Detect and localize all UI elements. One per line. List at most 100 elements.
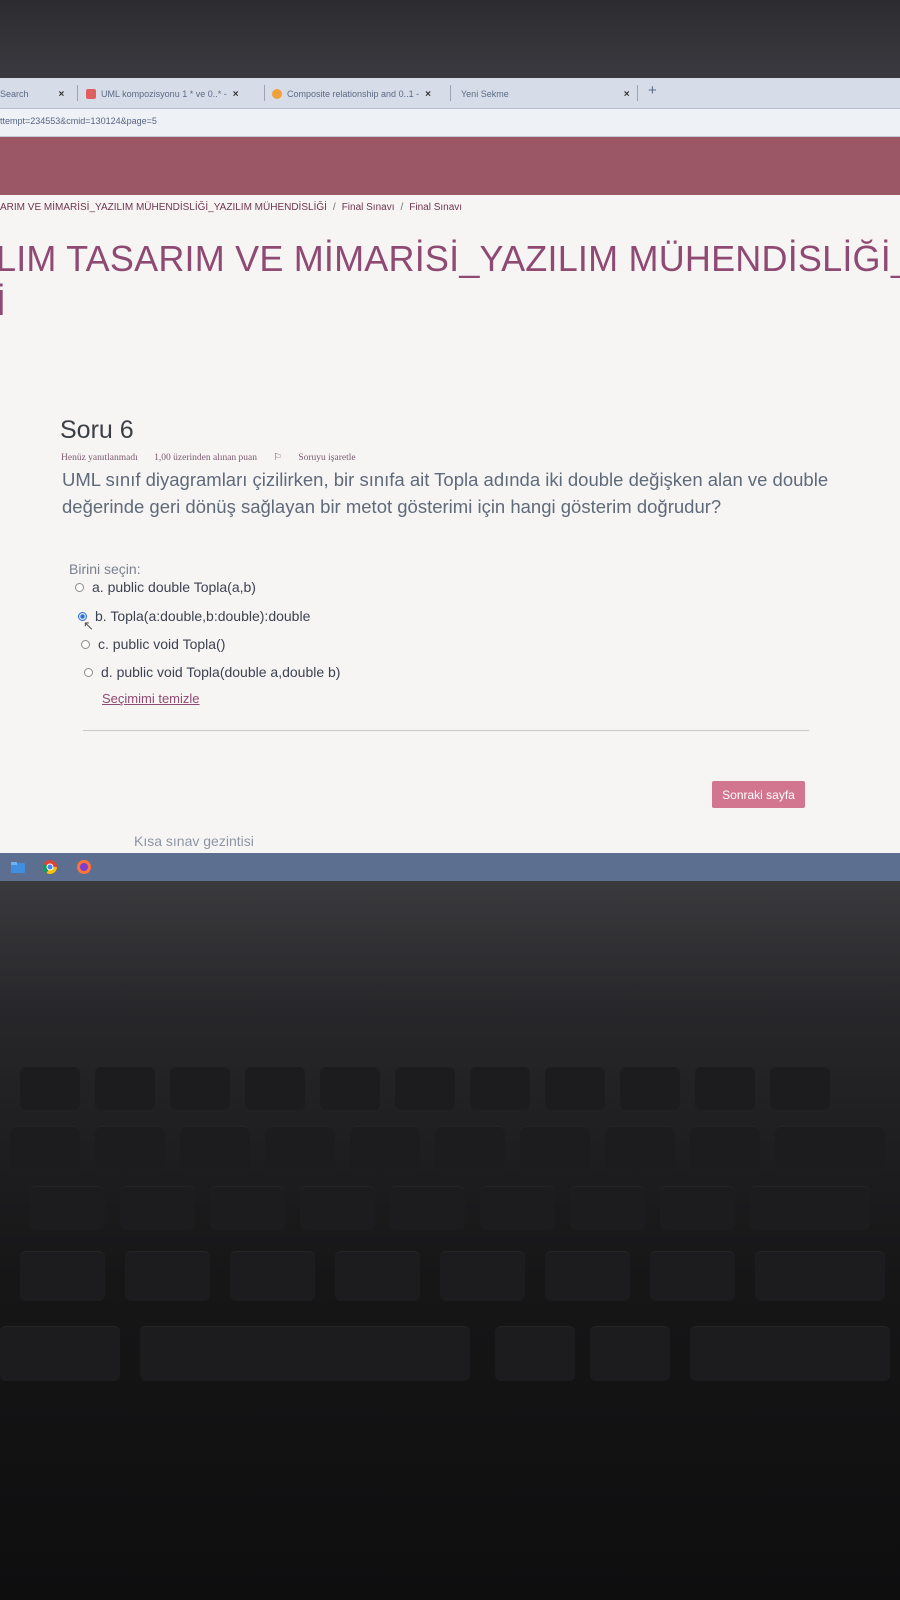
tab-composite[interactable]: Composite relationship and 0..1 - ×: [272, 82, 442, 106]
radio-button[interactable]: [75, 582, 84, 592]
answer-option-d[interactable]: d. public void Topla(double a,double b): [84, 664, 340, 680]
keyboard-key: [570, 1186, 645, 1230]
flag-label: Soruyu işaretle: [298, 453, 356, 463]
course-title-continued: İ: [0, 282, 7, 323]
keyboard-key: [545, 1251, 630, 1301]
keyboard-key: [395, 1066, 455, 1110]
keyboard-key: [770, 1066, 830, 1110]
answer-prompt: Birini seçin:: [69, 561, 141, 577]
answer-option-b[interactable]: b. Topla(a:double,b:double):double: [78, 608, 310, 624]
tab-new[interactable]: Yeni Sekme ×: [461, 82, 641, 106]
tab-separator: [77, 85, 78, 101]
next-page-button[interactable]: Sonraki sayfa: [712, 781, 805, 808]
option-label: b. Topla(a:double,b:double):double: [95, 608, 311, 624]
tab-label: Yeni Sekme: [461, 89, 509, 99]
folder-icon[interactable]: [10, 859, 26, 875]
divider: [83, 730, 809, 731]
option-label: d. public void Topla(double a,double b): [101, 664, 341, 680]
keyboard-key: [180, 1126, 250, 1170]
radio-button[interactable]: [81, 639, 90, 649]
browser-screen: Search × UML kompozisyonu 1 * ve 0..* - …: [0, 78, 900, 881]
keyboard-key: [495, 1326, 575, 1381]
question-points: 1,00 üzerinden alınan puan: [154, 453, 258, 463]
tab-label: Search: [0, 89, 29, 99]
quiz-navigation-link[interactable]: Kısa sınav gezintisi: [134, 833, 254, 849]
answer-option-c[interactable]: c. public void Topla(): [81, 636, 225, 652]
keyboard-key: [350, 1126, 420, 1170]
tab-separator: [264, 85, 265, 101]
keyboard-key: [335, 1251, 420, 1301]
tab-close-icon[interactable]: ×: [425, 89, 431, 100]
tab-close-icon[interactable]: ×: [233, 89, 239, 100]
keyboard-key: [660, 1186, 735, 1230]
keyboard-key: [0, 1326, 120, 1381]
radio-button[interactable]: [84, 667, 93, 677]
tab-separator: [450, 85, 451, 101]
tab-search[interactable]: Search ×: [0, 82, 72, 106]
firefox-icon[interactable]: [76, 859, 92, 875]
breadcrumb-separator: /: [400, 202, 404, 213]
tab-bar: Search × UML kompozisyonu 1 * ve 0..* - …: [0, 78, 900, 109]
breadcrumb-exam[interactable]: Final Sınavı: [342, 202, 395, 213]
keyboard-key: [650, 1251, 735, 1301]
keyboard-key: [20, 1066, 80, 1110]
tab-uml[interactable]: UML kompozisyonu 1 * ve 0..* - ×: [86, 82, 256, 106]
keyboard-key: [690, 1326, 890, 1381]
keyboard-key: [775, 1126, 885, 1170]
keyboard-key: [470, 1066, 530, 1110]
keyboard-key: [605, 1126, 675, 1170]
keyboard-key: [245, 1066, 305, 1110]
tab-close-icon[interactable]: ×: [624, 89, 630, 100]
answer-option-a[interactable]: a. public double Topla(a,b): [75, 579, 256, 595]
keyboard-key: [620, 1066, 680, 1110]
keyboard-key: [125, 1251, 210, 1301]
breadcrumb-separator: /: [332, 202, 336, 213]
keyboard-key: [170, 1066, 230, 1110]
keyboard-key: [210, 1186, 285, 1230]
keyboard-key: [140, 1326, 470, 1381]
breadcrumb-current[interactable]: Final Sınavı: [409, 202, 462, 213]
address-bar[interactable]: ttempt=234553&cmid=130124&page=5: [0, 109, 900, 137]
keyboard-key: [10, 1126, 80, 1170]
question-status: Henüz yanıtlanmadı: [61, 453, 138, 463]
tab-close-icon[interactable]: ×: [59, 89, 65, 100]
keyboard-key: [695, 1066, 755, 1110]
question-info: Henüz yanıtlanmadı 1,00 üzerinden alınan…: [61, 452, 384, 463]
tab-label: Composite relationship and 0..1 -: [287, 89, 420, 99]
course-title: LIM TASARIM VE MİMARİSİ_YAZILIM MÜHENDİS…: [0, 238, 900, 279]
keyboard-key: [95, 1066, 155, 1110]
question-text: UML sınıf diyagramları çizilirken, bir s…: [62, 469, 829, 517]
url-text: ttempt=234553&cmid=130124&page=5: [0, 116, 157, 126]
keyboard-key: [545, 1066, 605, 1110]
keyboard-key: [440, 1251, 525, 1301]
breadcrumb: ARIM VE MİMARİSİ_YAZILIM MÜHENDİSLİĞİ_YA…: [0, 202, 462, 213]
laptop-keyboard-photo: [0, 881, 900, 1600]
new-tab-button[interactable]: +: [648, 82, 657, 99]
keyboard-key: [755, 1251, 885, 1301]
mouse-cursor-icon: ↖: [83, 618, 94, 633]
keyboard-key: [120, 1186, 195, 1230]
flag-icon: ⚐: [273, 453, 285, 463]
keyboard-key: [690, 1126, 760, 1170]
keyboard-key: [30, 1186, 105, 1230]
keyboard-key: [480, 1186, 555, 1230]
page-favicon-icon: [272, 89, 282, 99]
os-taskbar: [0, 853, 900, 881]
clear-choice-link[interactable]: Seçimimi temizle: [102, 691, 200, 706]
breadcrumb-course[interactable]: ARIM VE MİMARİSİ_YAZILIM MÜHENDİSLİĞİ_YA…: [0, 202, 327, 213]
keyboard-key: [750, 1186, 870, 1230]
flag-question-link[interactable]: ⚐ Soruyu işaretle: [273, 453, 369, 463]
tab-separator: [637, 85, 638, 101]
keyboard-key: [20, 1251, 105, 1301]
keyboard-key: [230, 1251, 315, 1301]
keyboard-key: [520, 1126, 590, 1170]
keyboard-key: [300, 1186, 375, 1230]
tab-label: UML kompozisyonu 1 * ve 0..* -: [101, 89, 227, 99]
keyboard-key: [320, 1066, 380, 1110]
monitor-bezel: [0, 0, 900, 80]
site-header-banner: [0, 137, 900, 195]
chrome-icon[interactable]: [42, 859, 58, 875]
keyboard-key: [590, 1326, 670, 1381]
keyboard-key: [390, 1186, 465, 1230]
keyboard-key: [435, 1126, 505, 1170]
